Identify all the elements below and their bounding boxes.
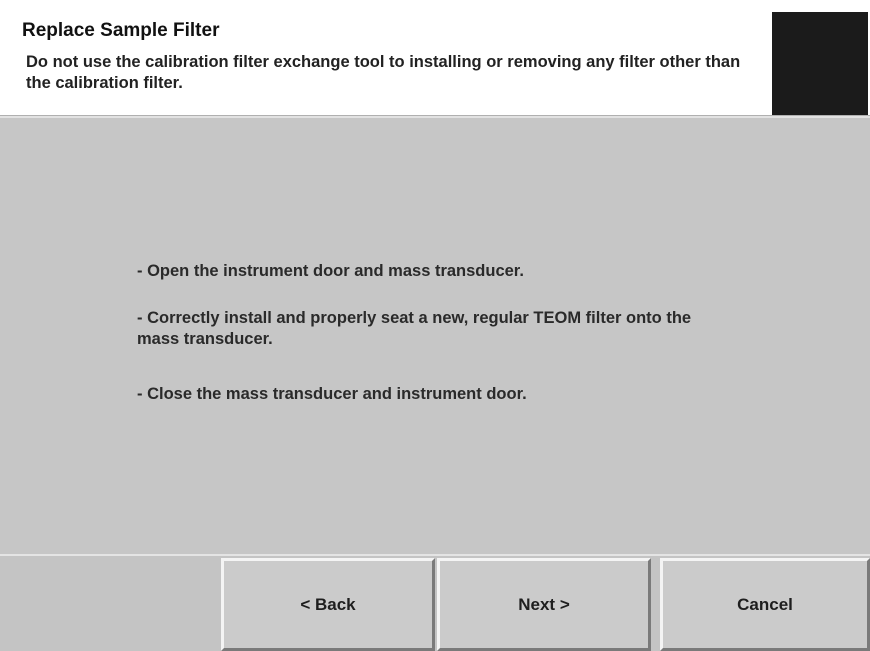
next-button[interactable]: Next > bbox=[437, 558, 651, 651]
instruction-step-1: - Open the instrument door and mass tran… bbox=[137, 262, 524, 280]
back-button[interactable]: < Back bbox=[221, 558, 435, 651]
header-bar: Replace Sample Filter Do not use the cal… bbox=[0, 0, 870, 116]
page-title: Replace Sample Filter bbox=[22, 20, 220, 41]
instruction-step-3: - Close the mass transducer and instrume… bbox=[137, 385, 527, 403]
status-indicator bbox=[772, 12, 868, 115]
warning-text: Do not use the calibration filter exchan… bbox=[26, 53, 741, 92]
instructions-panel: - Open the instrument door and mass tran… bbox=[0, 116, 870, 556]
cancel-button[interactable]: Cancel bbox=[660, 558, 870, 651]
instruction-step-2: - Correctly install and properly seat a … bbox=[137, 309, 692, 348]
